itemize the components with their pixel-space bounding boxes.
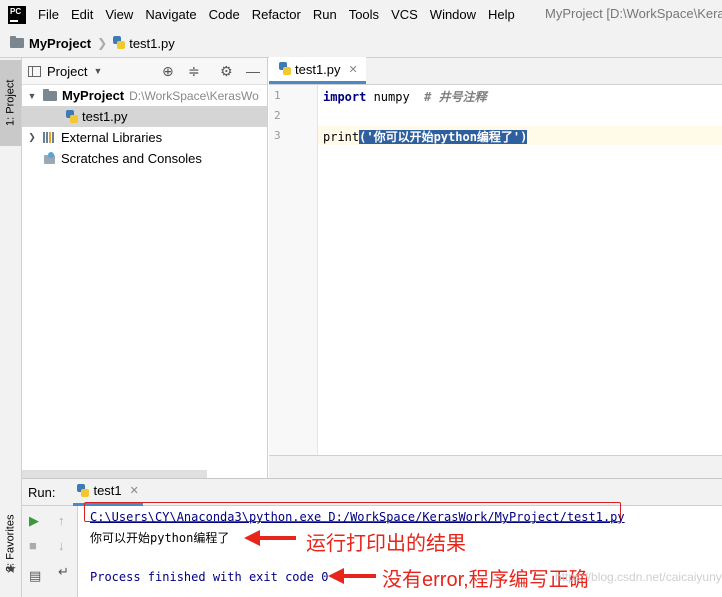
menu-help[interactable]: Help: [488, 7, 515, 22]
chevron-down-icon[interactable]: ▼: [25, 91, 39, 101]
code-line-3[interactable]: print('你可以开始python编程了'): [323, 128, 528, 145]
tool-tab-project[interactable]: 1: Project: [0, 60, 21, 146]
code-text: numpy: [366, 90, 425, 104]
library-icon: [43, 132, 57, 143]
console-command[interactable]: C:\Users\CY\Anaconda3\python.exe D:/Work…: [90, 510, 625, 524]
code-text: print: [323, 130, 360, 144]
menu-refactor[interactable]: Refactor: [252, 7, 301, 22]
menu-vcs[interactable]: VCS: [391, 7, 418, 22]
console-output: 你可以开始python编程了: [90, 531, 230, 545]
tree-item-myproject[interactable]: ▼ MyProject D:\WorkSpace\KerasWo: [22, 85, 267, 106]
code-editor[interactable]: test1.py ✕ 1 2 3 import numpy # 井号注释 pri…: [269, 57, 722, 478]
line-number: 3: [274, 129, 281, 142]
chevron-right-icon[interactable]: ❯: [25, 132, 39, 143]
soft-wrap-icon[interactable]: ↵: [58, 564, 69, 580]
gear-icon[interactable]: ⚙: [220, 63, 233, 80]
selected-code: ('你可以开始python编程了'): [359, 130, 528, 144]
run-label: Run:: [28, 484, 56, 500]
tree-item-external-libraries[interactable]: ❯ External Libraries: [22, 127, 267, 148]
arrow-down-icon[interactable]: ↓: [58, 538, 65, 553]
project-panel: Project ▼ ⊕ ≑ ⚙ — ▼ MyProject D:\WorkSpa…: [22, 58, 268, 478]
menu-view[interactable]: View: [105, 7, 133, 22]
python-file-icon: [66, 109, 78, 124]
watermark: https://blog.csdn.net/caicaiyunyun: [555, 570, 722, 584]
left-tool-strip: 1: Project 2: Favorites ★: [0, 58, 22, 597]
menu-code[interactable]: Code: [209, 7, 240, 22]
code-comment: # 井号注释: [424, 90, 487, 104]
tool-tab-project-label: 1: Project: [4, 79, 17, 127]
folder-icon: [43, 88, 57, 101]
run-toolbar: ▶ ↑ ■ ↓ ▤ ↵: [22, 506, 78, 597]
app-logo-icon: PC: [8, 5, 26, 24]
minimize-icon[interactable]: —: [246, 63, 260, 79]
line-number: 2: [274, 109, 281, 122]
stop-icon[interactable]: ■: [29, 538, 37, 553]
python-file-icon: [113, 36, 126, 50]
console-finish-message: Process finished with exit code 0: [90, 570, 329, 584]
run-tab-label: test1: [93, 483, 122, 498]
close-icon[interactable]: ✕: [349, 63, 358, 76]
tree-item-path: D:\WorkSpace\KerasWo: [129, 88, 259, 103]
annotation-output-note: 运行打印出的结果: [306, 533, 466, 555]
close-icon[interactable]: ✕: [130, 484, 139, 497]
scratches-icon: [43, 152, 57, 165]
collapse-all-icon[interactable]: ≑: [188, 63, 200, 80]
tree-item-label: External Libraries: [61, 130, 163, 145]
python-file-icon: [77, 483, 90, 498]
layout-icon[interactable]: ▤: [29, 568, 41, 584]
keyword-import: import: [323, 90, 367, 104]
breadcrumb-project[interactable]: MyProject: [29, 36, 91, 51]
horizontal-scrollbar[interactable]: [22, 470, 207, 478]
tree-item-scratches[interactable]: Scratches and Consoles: [22, 148, 267, 169]
window-title: MyProject [D:\WorkSpace\Kera: [545, 6, 722, 21]
menu-window[interactable]: Window: [430, 7, 476, 22]
menu-bar: PC File Edit View Navigate Code Refactor…: [0, 0, 722, 29]
project-panel-header: Project ▼ ⊕ ≑ ⚙ —: [22, 58, 267, 85]
line-number: 1: [274, 89, 281, 102]
menu-file[interactable]: File: [38, 7, 59, 22]
menu-run[interactable]: Run: [313, 7, 337, 22]
tab-test1-py[interactable]: test1.py ✕: [269, 57, 366, 84]
breadcrumb: MyProject ❯ test1.py: [0, 29, 722, 58]
tree-item-label: test1.py: [82, 109, 128, 124]
menu-navigate[interactable]: Navigate: [145, 7, 196, 22]
arrow-up-icon[interactable]: ↑: [58, 513, 65, 528]
annotation-arrow: [328, 568, 376, 584]
rerun-icon[interactable]: ▶: [29, 513, 39, 529]
tree-item-label: MyProject: [62, 88, 125, 103]
project-view-icon: [28, 65, 41, 77]
code-line-1[interactable]: import numpy # 井号注释: [323, 88, 487, 105]
project-view-selector[interactable]: Project: [47, 64, 87, 79]
menu-edit[interactable]: Edit: [71, 7, 93, 22]
tree-item-label: Scratches and Consoles: [61, 151, 202, 166]
chevron-down-icon[interactable]: ▼: [93, 66, 102, 76]
editor-tab-bar: test1.py ✕: [269, 57, 722, 85]
menu-tools[interactable]: Tools: [349, 7, 379, 22]
locate-icon[interactable]: ⊕: [162, 63, 174, 80]
folder-icon: [10, 36, 24, 48]
annotation-arrow: [244, 530, 296, 546]
tab-label: test1.py: [295, 61, 341, 77]
star-icon: ★: [5, 561, 17, 576]
chevron-right-icon: ❯: [97, 36, 108, 50]
tree-item-test1[interactable]: test1.py: [22, 106, 267, 127]
python-file-icon: [279, 62, 291, 76]
editor-status-strip: [269, 455, 722, 478]
breadcrumb-file[interactable]: test1.py: [129, 36, 175, 51]
